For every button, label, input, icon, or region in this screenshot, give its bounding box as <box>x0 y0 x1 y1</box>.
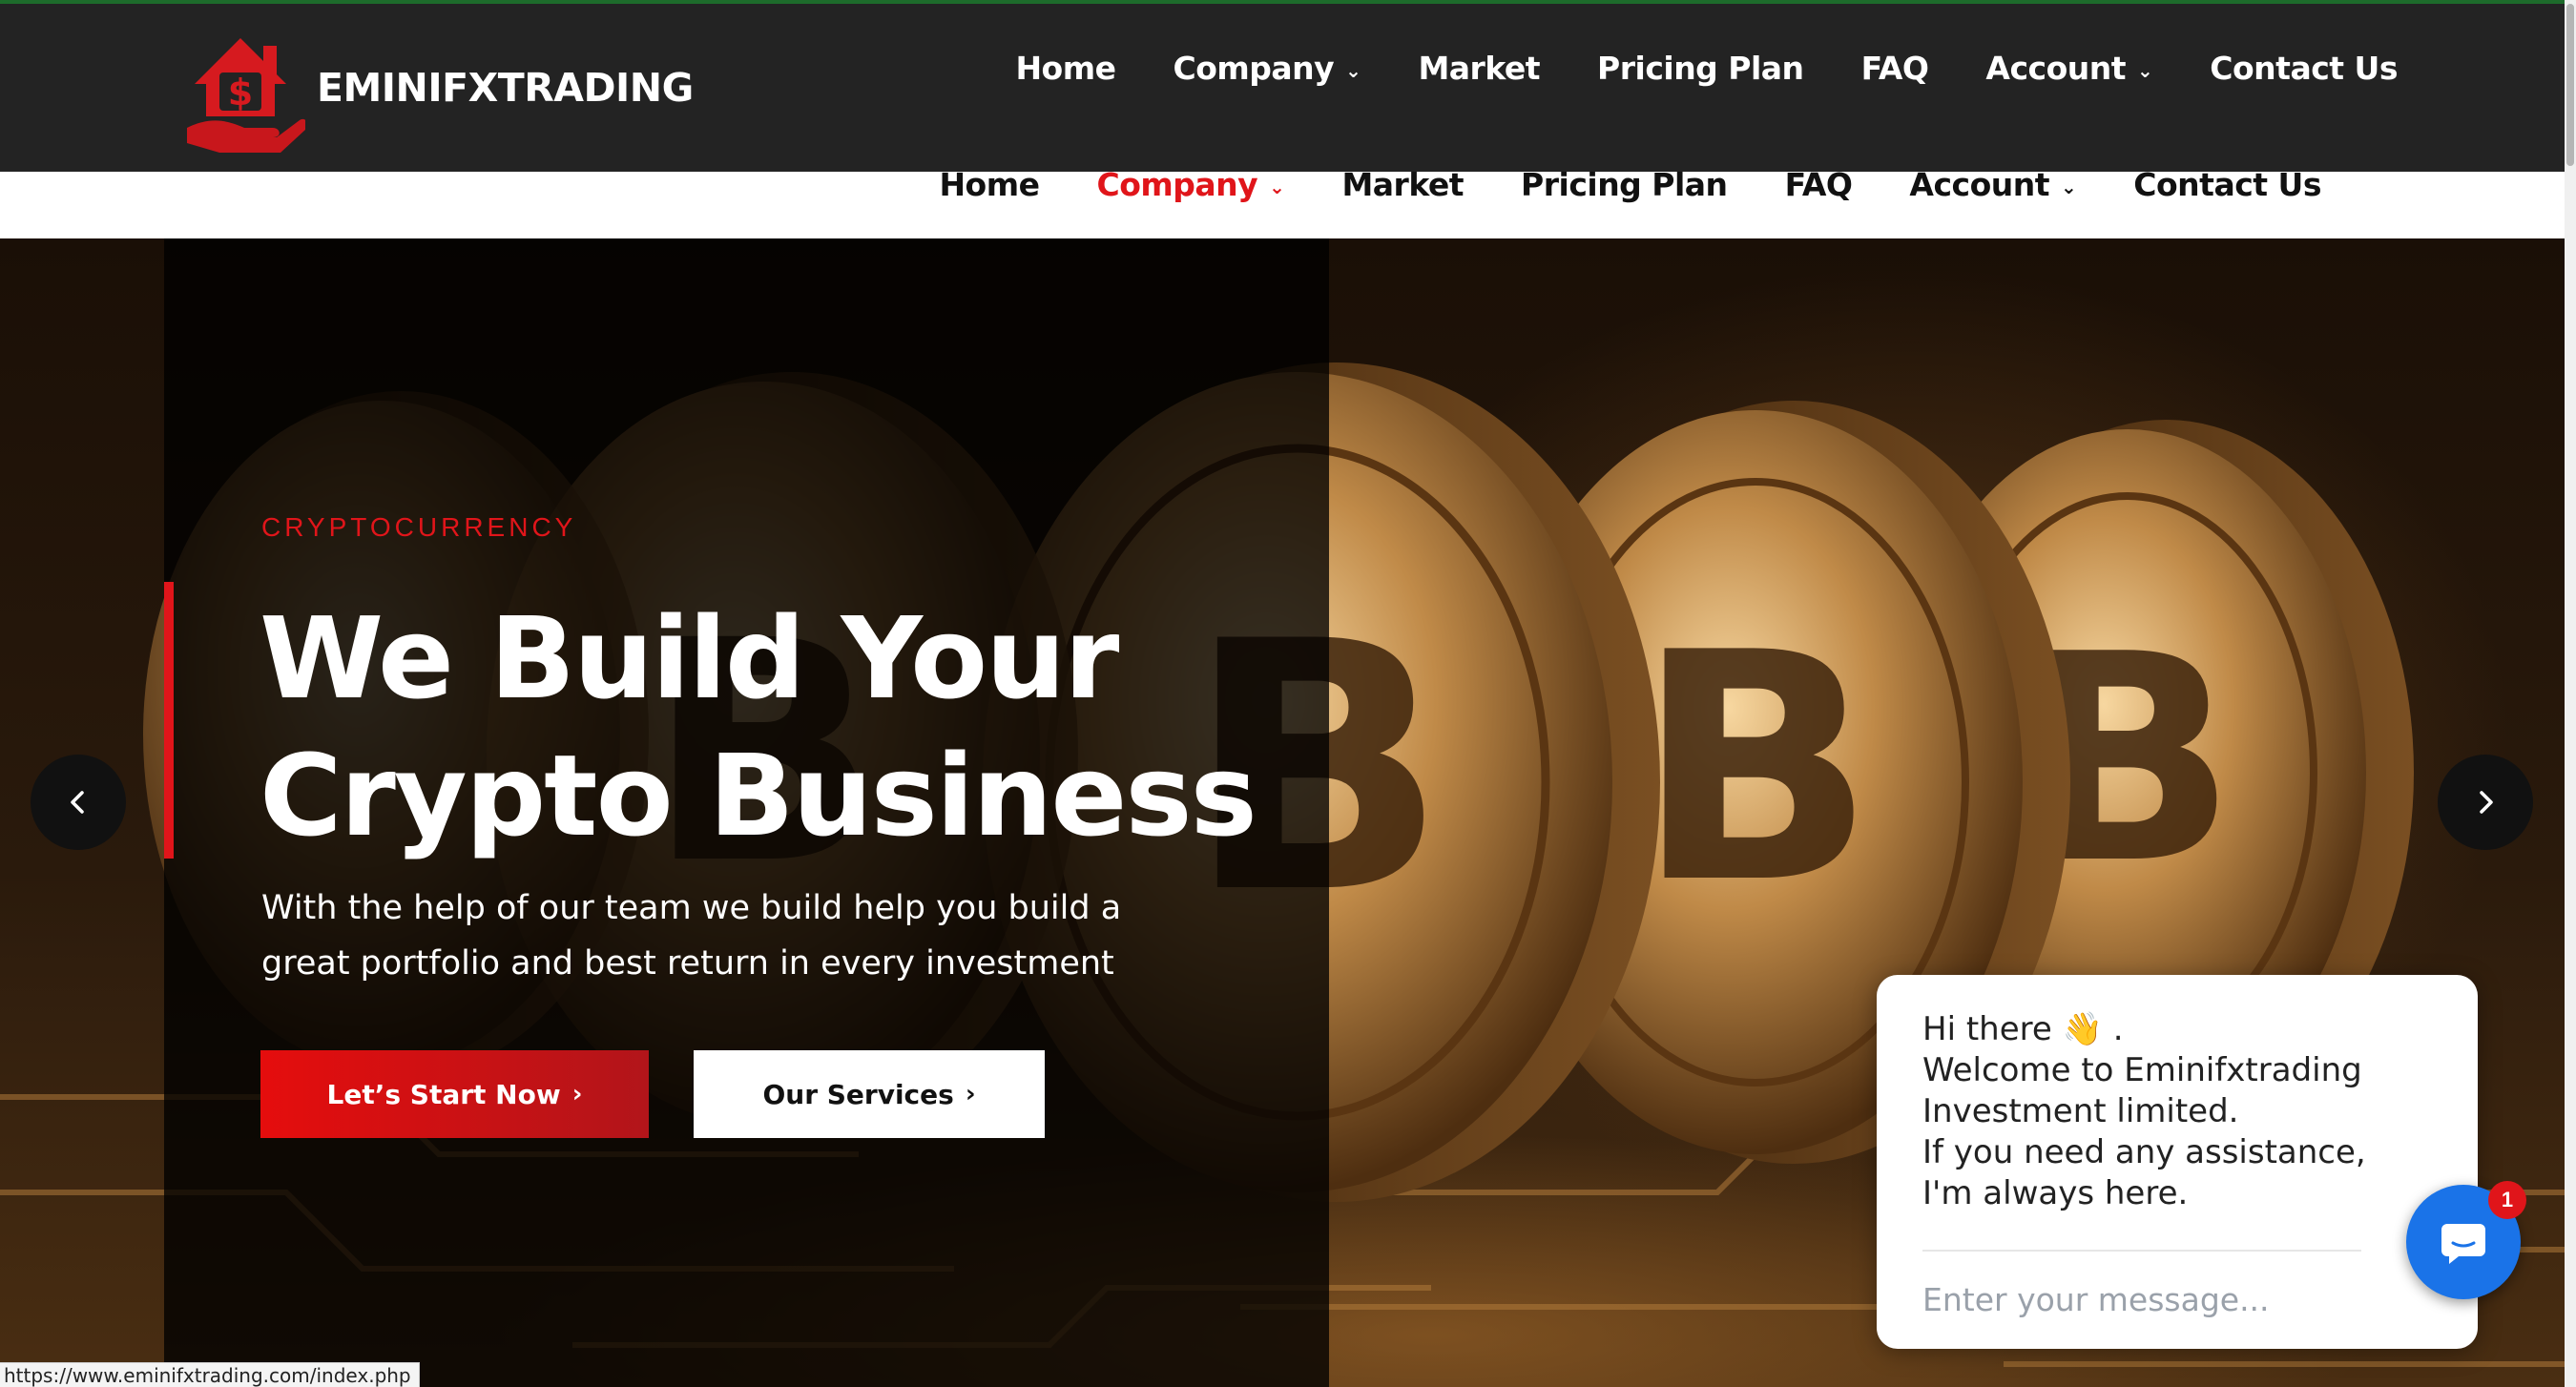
nav-label: Pricing Plan <box>1521 172 1728 203</box>
slider-prev-button[interactable] <box>31 755 126 850</box>
nav-contact-us[interactable]: Contact Us <box>2210 50 2398 87</box>
nav-label: FAQ <box>1860 50 1929 87</box>
svg-text:$: $ <box>228 72 253 114</box>
sticky-nav-market[interactable]: Market <box>1341 172 1464 203</box>
nav-label: Market <box>1418 50 1541 87</box>
brand-name: EMINIFXTRADING <box>317 65 694 111</box>
sticky-nav-contact-us[interactable]: Contact Us <box>2133 172 2321 203</box>
nav-faq[interactable]: FAQ <box>1861 50 1929 87</box>
chat-popup: Hi there 👋 . Welcome to Eminifxtrading I… <box>1877 975 2478 1349</box>
chevron-left-icon <box>71 791 84 814</box>
sticky-nav-pricing-plan[interactable]: Pricing Plan <box>1521 172 1728 203</box>
site-header: $ EMINIFXTRADING Home Company ⌄ Market Pr… <box>0 0 2576 172</box>
lets-start-now-button[interactable]: Let’s Start Now › <box>260 1050 649 1138</box>
house-dollar-hand-icon: $ <box>187 38 305 153</box>
nav-label: Company <box>1096 172 1258 203</box>
sticky-nav-bar: Home Company ⌄ Market Pricing Plan FAQ Ac… <box>0 172 2576 238</box>
nav-pricing-plan[interactable]: Pricing Plan <box>1597 50 1804 87</box>
accent-bar <box>164 582 174 859</box>
our-services-button[interactable]: Our Services › <box>694 1050 1045 1138</box>
brand-logo[interactable]: $ EMINIFXTRADING <box>181 25 694 158</box>
nav-label: Home <box>1015 50 1116 87</box>
slider-next-button[interactable] <box>2438 755 2533 850</box>
sticky-nav-home[interactable]: Home <box>939 172 1040 203</box>
nav-label: Contact Us <box>2210 50 2398 87</box>
chat-greeting-line: Investment limited. <box>1922 1092 2239 1130</box>
nav-home[interactable]: Home <box>1015 50 1116 87</box>
hero-eyebrow: CRYPTOCURRENCY <box>261 512 577 542</box>
main-nav: Home Company ⌄ Market Pricing Plan FAQ Ac… <box>958 50 2398 87</box>
chat-greeting-line: If you need any assistance, <box>1922 1133 2366 1171</box>
hero-headline: We Build Your Crypto Business <box>260 590 1257 864</box>
button-label: Our Services <box>762 1078 954 1110</box>
chevron-right-icon: › <box>571 1080 583 1108</box>
chat-greeting: Hi there 👋 . Welcome to Eminifxtrading I… <box>1922 1009 2419 1214</box>
nav-label: Market <box>1341 172 1465 203</box>
chat-greeting-line: Hi there 👋 . <box>1922 1010 2124 1048</box>
chat-message-input[interactable] <box>1922 1273 2361 1326</box>
chat-unread-badge: 1 <box>2488 1181 2526 1219</box>
nav-label: FAQ <box>1784 172 1853 203</box>
chevron-right-icon <box>2480 791 2493 814</box>
sticky-nav-faq[interactable]: FAQ <box>1785 172 1853 203</box>
page-scrollbar[interactable] <box>2565 0 2576 1387</box>
status-url: https://www.eminifxtrading.com/index.php <box>0 1362 420 1387</box>
nav-label: Pricing Plan <box>1597 50 1804 87</box>
hero-headline-line2: Crypto Business <box>260 730 1257 861</box>
nav-label: Account <box>1909 172 2050 203</box>
page: $ EMINIFXTRADING Home Company ⌄ Market Pr… <box>0 0 2576 1387</box>
hero-subtext: With the help of our team we build help … <box>261 889 1122 983</box>
chat-bubble-icon <box>2441 1224 2485 1264</box>
chevron-down-icon: ⌄ <box>2061 175 2077 198</box>
chevron-down-icon: ⌄ <box>1269 175 1285 198</box>
scrollbar-thumb[interactable] <box>2566 4 2574 166</box>
nav-label: Home <box>939 172 1040 203</box>
nav-label: Company <box>1173 50 1335 87</box>
nav-market[interactable]: Market <box>1418 50 1540 87</box>
sticky-nav-company[interactable]: Company ⌄ <box>1097 172 1285 203</box>
hero-headline-line1: We Build Your <box>260 592 1119 724</box>
chevron-down-icon: ⌄ <box>2137 58 2153 82</box>
svg-text:B: B <box>1635 586 1876 952</box>
sticky-nav: Home Company ⌄ Market Pricing Plan FAQ Ac… <box>882 172 2321 203</box>
nav-label: Contact Us <box>2133 172 2321 203</box>
chat-greeting-line: I'm always here. <box>1922 1174 2189 1212</box>
divider <box>1922 1250 2361 1252</box>
nav-label: Account <box>1985 50 2127 87</box>
chevron-right-icon: › <box>965 1080 976 1108</box>
sticky-nav-account[interactable]: Account ⌄ <box>1909 172 2076 203</box>
chat-greeting-line: Welcome to Eminifxtrading <box>1922 1051 2362 1089</box>
nav-account[interactable]: Account ⌄ <box>1985 50 2152 87</box>
nav-company[interactable]: Company ⌄ <box>1174 50 1361 87</box>
button-label: Let’s Start Now <box>326 1078 561 1110</box>
chevron-down-icon: ⌄ <box>1345 58 1361 82</box>
